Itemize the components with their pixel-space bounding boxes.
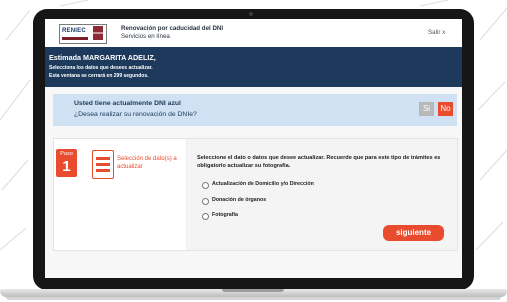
dni-status: Usted tiene actualmente DNI azul	[74, 100, 181, 107]
step-sidebar: Paso 1 Selección de dato(s) a actualizar	[54, 139, 187, 250]
instruction-text: Selecciona los datos que desees actualiz…	[49, 65, 153, 71]
greeting: Estimada MARGARITA ADELIZ,	[49, 53, 156, 62]
step-content: Seleccione el dato o datos que desee act…	[187, 139, 457, 250]
emblem-icon	[93, 26, 103, 40]
header: RENIEC Renovación por caducidad del DNI …	[45, 19, 462, 47]
user-banner: Estimada MARGARITA ADELIZ, Selecciona lo…	[45, 47, 462, 87]
step-title: Selección de dato(s) a actualizar	[117, 156, 177, 170]
next-button[interactable]: siguiente	[383, 225, 444, 241]
step-badge: Paso 1	[56, 149, 77, 177]
radio-button[interactable]	[202, 198, 209, 205]
step-description: Seleccione el dato o datos que desee act…	[197, 155, 441, 169]
step-card: Paso 1 Selección de dato(s) a actualizar…	[53, 138, 458, 251]
no-button[interactable]: No	[438, 102, 453, 116]
laptop-notch	[222, 289, 284, 292]
yes-button[interactable]: Si	[419, 102, 434, 116]
session-timer: Esta ventana se cerrará en 299 segundos.	[49, 73, 149, 79]
radio-button[interactable]	[202, 182, 209, 189]
service-title: Renovación por caducidad del DNI	[121, 25, 224, 32]
radio-button[interactable]	[202, 213, 209, 220]
service-subtitle: Servicios en línea	[121, 33, 170, 40]
reniec-logo: RENIEC	[59, 24, 107, 44]
laptop-shadow	[6, 297, 501, 300]
laptop-screen: RENIEC Renovación por caducidad del DNI …	[45, 19, 462, 278]
logout-link[interactable]: Salir x	[428, 29, 445, 36]
renewal-question: ¿Desea realizar su renovación de DNIe?	[74, 111, 197, 118]
dni-status-box: Usted tiene actualmente DNI azul ¿Desea …	[53, 94, 457, 126]
list-icon	[92, 150, 114, 179]
webcam	[249, 12, 253, 16]
